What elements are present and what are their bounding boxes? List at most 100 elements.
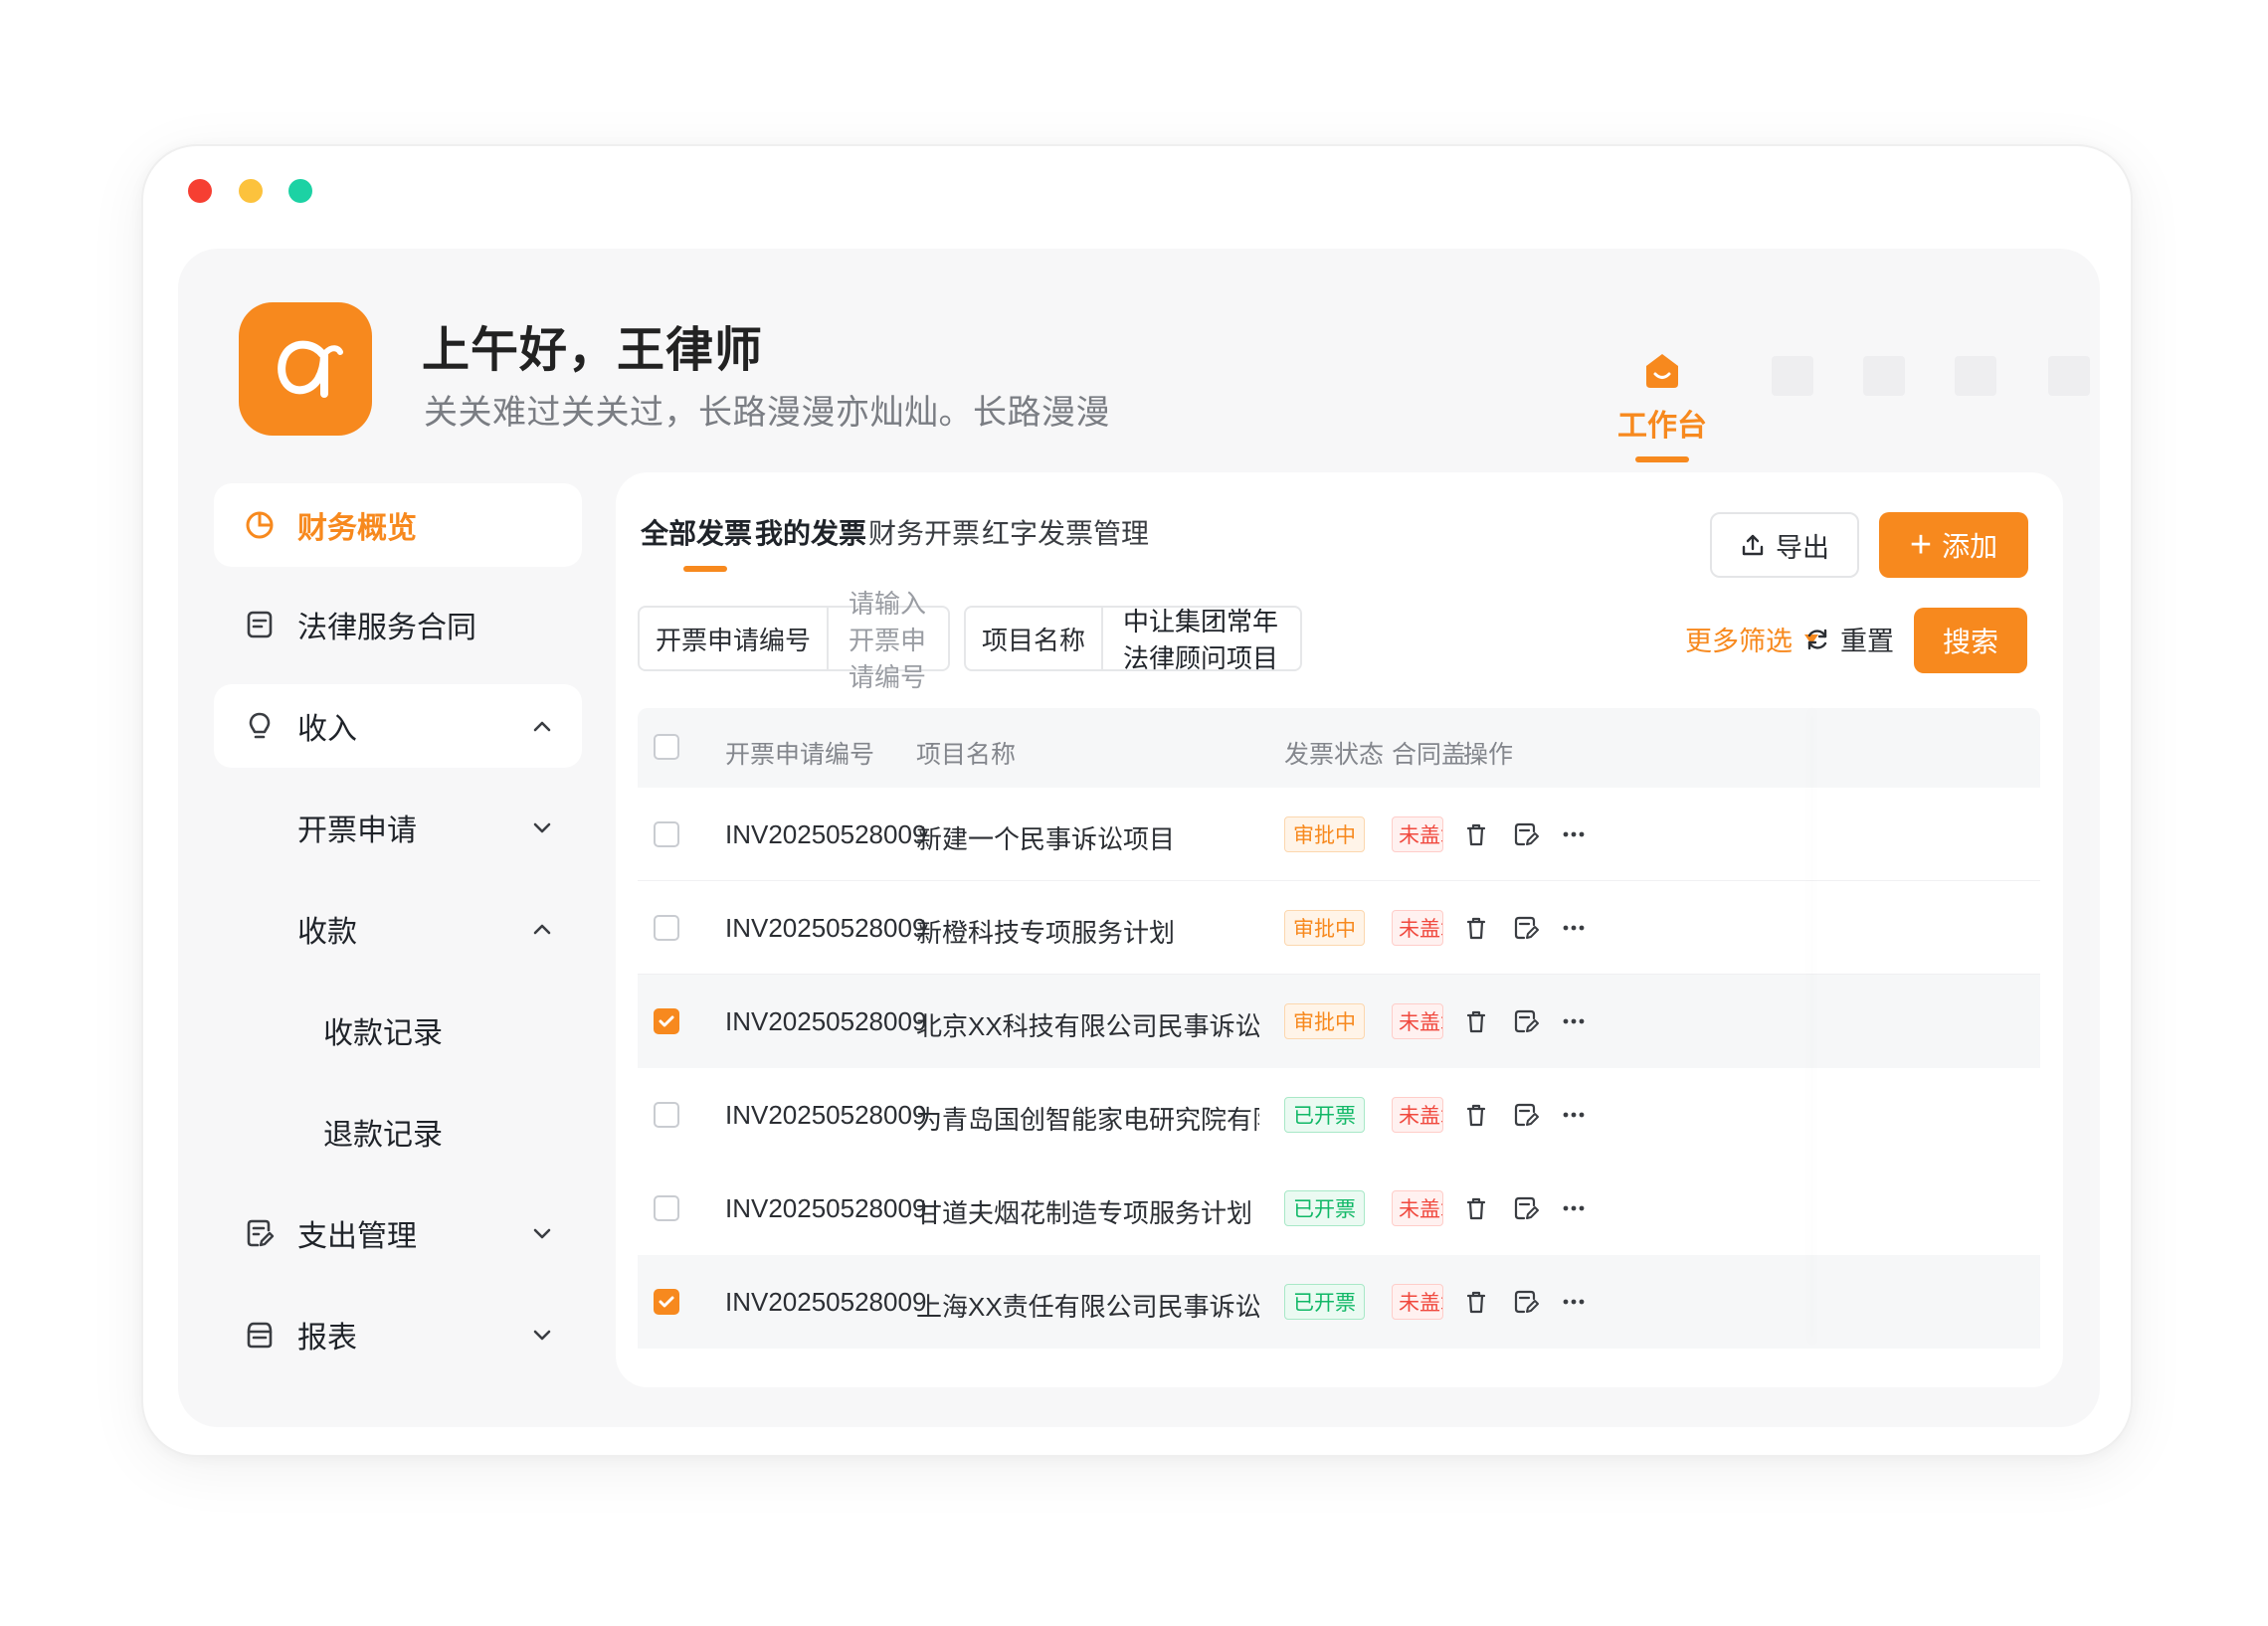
sidebar-item-collection[interactable]: 收款 xyxy=(214,887,582,971)
seal-status-badge: 未盖章 xyxy=(1392,1097,1443,1133)
row-checkbox[interactable] xyxy=(654,1195,679,1221)
sidebar-item-legal-contracts[interactable]: 法律服务合同 xyxy=(214,583,582,666)
app-logo xyxy=(239,302,372,436)
more-options-icon[interactable] xyxy=(1559,913,1589,943)
edit-icon[interactable] xyxy=(1511,1287,1541,1317)
project-name-filter-label: 项目名称 xyxy=(966,608,1104,669)
table-row[interactable]: INV20250528009新建一个民事诉讼项目 审批中未盖章 xyxy=(638,788,2040,881)
column-header-seal: 合同盖 xyxy=(1392,741,1467,769)
more-options-icon[interactable] xyxy=(1559,1006,1589,1036)
row-checkbox[interactable] xyxy=(654,1102,679,1128)
checkmark-icon xyxy=(659,1296,674,1308)
more-options-icon[interactable] xyxy=(1559,1287,1589,1317)
sidebar-item-income[interactable]: 收入 xyxy=(214,684,582,768)
table-row[interactable]: INV20250528009为青岛国创智能家电研究院有限公司提供… 已开票未盖章 xyxy=(638,1068,2040,1162)
invoice-no-cell: INV20250528009 xyxy=(725,913,927,943)
nav-placeholder-4[interactable] xyxy=(2048,356,2090,396)
project-name-cell[interactable]: 北京XX科技有限公司民事诉讼案 xyxy=(916,1006,1259,1043)
more-filters-button[interactable]: 更多筛选 xyxy=(1685,620,1818,658)
edit-icon[interactable] xyxy=(1511,1006,1541,1036)
nav-workbench-label: 工作台 xyxy=(1617,410,1707,443)
reset-button[interactable]: 重置 xyxy=(1804,620,1894,658)
greeting-subtitle: 关关难过关关过，长路漫漫亦灿灿。长路漫漫 xyxy=(424,394,1110,432)
invoice-panel: 全部发票 我的发票 财务开票 红字发票管理 导出 + 添加 开票申请编号 请输入… xyxy=(616,472,2063,1387)
upload-icon xyxy=(1742,534,1764,556)
select-all-checkbox[interactable] xyxy=(654,734,679,760)
table-row[interactable]: INV20250528009上海XX责任有限公司民事诉讼项目已开票未盖章 xyxy=(638,1255,2040,1349)
export-button-label: 导出 xyxy=(1776,532,1829,563)
minimize-window-dot[interactable] xyxy=(239,179,263,203)
edit-icon[interactable] xyxy=(1511,819,1541,849)
refresh-icon xyxy=(1807,629,1827,649)
edit-icon[interactable] xyxy=(1511,1193,1541,1223)
delete-icon[interactable] xyxy=(1461,1287,1491,1317)
nav-placeholder-3[interactable] xyxy=(1955,356,1996,396)
project-name-input[interactable]: 中让集团常年法律顾问项目 xyxy=(1103,607,1300,673)
lightbulb-icon xyxy=(249,712,271,739)
delete-icon[interactable] xyxy=(1461,913,1491,943)
add-button[interactable]: + 添加 xyxy=(1879,512,2028,578)
table-row[interactable]: INV20250528009北京XX科技有限公司民事诉讼案审批中未盖章 xyxy=(638,975,2040,1068)
fixed-column-shadow xyxy=(1817,708,1819,1345)
project-name-cell[interactable]: 甘道夫烟花制造专项服务计划 xyxy=(916,1193,1252,1230)
more-options-icon[interactable] xyxy=(1559,1193,1589,1223)
project-name-cell[interactable]: 新橙科技专项服务计划 xyxy=(916,913,1175,950)
status-badge: 已开票 xyxy=(1284,1097,1365,1133)
column-header-project: 项目名称 xyxy=(916,741,1017,769)
tab-my-invoices[interactable]: 我的发票 xyxy=(755,512,866,552)
sidebar-item-invoice-request[interactable]: 开票申请 xyxy=(214,786,582,869)
export-button[interactable]: 导出 xyxy=(1710,512,1859,578)
delete-icon[interactable] xyxy=(1461,1193,1491,1223)
table-row[interactable]: INV20250528009甘道夫烟花制造专项服务计划已开票未盖章 xyxy=(638,1162,2040,1255)
tab-finance-invoicing[interactable]: 财务开票 xyxy=(868,512,980,552)
delete-icon[interactable] xyxy=(1461,819,1491,849)
tab-active-indicator xyxy=(683,566,727,572)
delete-icon[interactable] xyxy=(1461,1006,1491,1036)
document-icon xyxy=(247,611,273,638)
delete-icon[interactable] xyxy=(1461,1100,1491,1130)
row-checkbox[interactable] xyxy=(654,1289,679,1315)
sidebar-item-finance-overview[interactable]: 财务概览 xyxy=(214,483,582,567)
alpha-logo-icon xyxy=(278,340,343,398)
nav-placeholder-2[interactable] xyxy=(1863,356,1905,396)
sidebar-item-label: 报表 xyxy=(297,1322,357,1355)
table-row[interactable]: INV20250528009新橙科技专项服务计划 审批中未盖章 xyxy=(638,881,2040,975)
chevron-down-icon xyxy=(533,1228,551,1239)
sidebar-item-refund-records[interactable]: 退款记录 xyxy=(214,1090,582,1174)
tab-red-invoice-management[interactable]: 红字发票管理 xyxy=(982,512,1149,552)
close-window-dot[interactable] xyxy=(188,179,212,203)
sidebar-item-label: 支出管理 xyxy=(297,1220,417,1253)
project-name-cell[interactable]: 新建一个民事诉讼项目 xyxy=(916,819,1175,856)
nav-placeholder-1[interactable] xyxy=(1772,356,1813,396)
edit-icon[interactable] xyxy=(1511,913,1541,943)
edit-icon[interactable] xyxy=(1511,1100,1541,1130)
search-button[interactable]: 搜索 xyxy=(1914,608,2027,673)
sidebar-item-collection-records[interactable]: 收款记录 xyxy=(214,989,582,1072)
home-house-icon xyxy=(1646,354,1678,388)
seal-status-badge: 未盖章 xyxy=(1392,1190,1443,1226)
project-name-cell[interactable]: 为青岛国创智能家电研究院有限公司提供… xyxy=(916,1100,1259,1137)
column-header-invoice-no: 开票申请编号 xyxy=(725,741,875,769)
invoice-no-cell: INV20250528009 xyxy=(725,1193,927,1223)
invoice-no-filter[interactable]: 开票申请编号 请输入开票申请编号 xyxy=(638,589,950,692)
more-options-icon[interactable] xyxy=(1559,1100,1589,1130)
status-badge: 审批中 xyxy=(1284,816,1365,852)
nav-workbench[interactable]: 工作台 xyxy=(1603,348,1722,462)
sidebar-item-reports[interactable]: 报表 xyxy=(214,1293,582,1376)
invoice-no-cell: INV20250528009 xyxy=(725,1006,927,1036)
row-checkbox[interactable] xyxy=(654,821,679,847)
maximize-window-dot[interactable] xyxy=(288,179,312,203)
project-name-filter[interactable]: 项目名称 中让集团常年法律顾问项目 xyxy=(964,606,1302,673)
row-checkbox[interactable] xyxy=(654,1008,679,1034)
project-name-cell[interactable]: 上海XX责任有限公司民事诉讼项目 xyxy=(916,1287,1259,1324)
more-filters-label: 更多筛选 xyxy=(1685,627,1793,656)
chevron-up-icon xyxy=(533,924,551,935)
sidebar-item-expense-management[interactable]: 支出管理 xyxy=(214,1191,582,1275)
more-options-icon[interactable] xyxy=(1559,819,1589,849)
invoice-no-input[interactable]: 请输入开票申请编号 xyxy=(829,589,948,692)
sidebar-item-label: 收入 xyxy=(297,713,357,746)
tab-all-invoices[interactable]: 全部发票 xyxy=(641,512,752,552)
row-checkbox[interactable] xyxy=(654,915,679,941)
reset-label: 重置 xyxy=(1840,627,1894,656)
sidebar-item-label: 收款记录 xyxy=(323,1017,443,1050)
